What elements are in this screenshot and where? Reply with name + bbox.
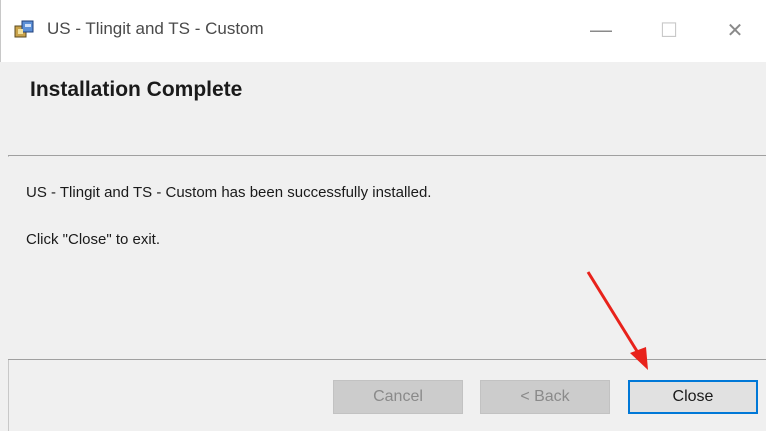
window-close-button[interactable]: ✕ bbox=[707, 8, 763, 52]
close-button[interactable]: Close bbox=[628, 380, 758, 414]
minimize-button[interactable]: — bbox=[573, 8, 629, 52]
minimize-icon: — bbox=[590, 17, 612, 42]
footer-divider bbox=[8, 359, 766, 360]
close-icon: ✕ bbox=[726, 19, 744, 42]
maximize-button[interactable]: ☐ bbox=[641, 8, 697, 52]
header-panel: Installation Complete bbox=[8, 62, 766, 156]
content-panel: US - Tlingit and TS - Custom has been su… bbox=[8, 157, 766, 359]
back-button[interactable]: < Back bbox=[480, 380, 610, 414]
success-message: US - Tlingit and TS - Custom has been su… bbox=[26, 184, 432, 201]
page-title: Installation Complete bbox=[30, 78, 243, 101]
maximize-icon: ☐ bbox=[660, 19, 678, 42]
title-bar: US - Tlingit and TS - Custom — ☐ ✕ bbox=[0, 0, 766, 62]
installer-icon bbox=[14, 20, 34, 38]
cancel-button[interactable]: Cancel bbox=[333, 380, 463, 414]
window-title: US - Tlingit and TS - Custom bbox=[47, 19, 264, 38]
exit-instruction: Click "Close" to exit. bbox=[26, 231, 161, 248]
